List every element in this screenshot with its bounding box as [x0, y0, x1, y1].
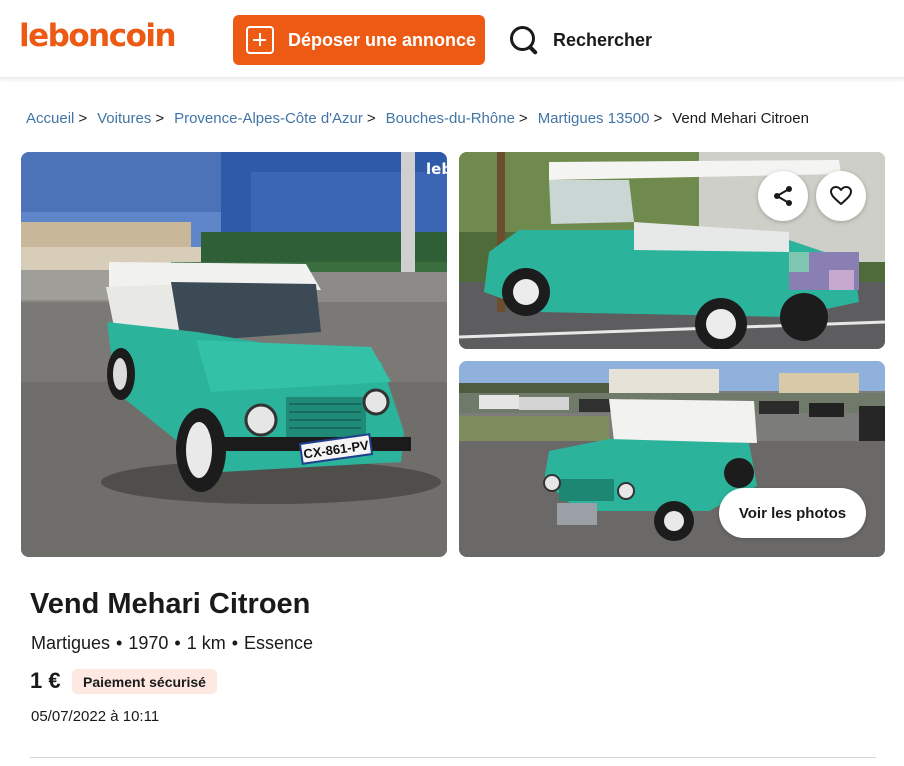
breadcrumb-current: Vend Mehari Citroen: [672, 110, 809, 127]
section-divider: [30, 757, 876, 758]
meta-city: Martigues: [31, 633, 111, 653]
plus-square-icon: [246, 26, 274, 54]
meta-separator: •: [231, 633, 239, 653]
share-button[interactable]: [758, 171, 808, 221]
search-icon: [507, 23, 541, 57]
listing-meta: Martigues • 1970 • 1 km • Essence: [31, 633, 313, 654]
leboncoin-logo[interactable]: leboncoin: [19, 18, 177, 54]
breadcrumb-link-city[interactable]: Martigues 13500: [538, 110, 650, 127]
watermark: leb: [426, 160, 447, 178]
share-icon: [774, 186, 792, 206]
top-navigation-bar: leboncoin Déposer une annonce Rechercher: [0, 0, 904, 78]
favorite-button[interactable]: [816, 171, 866, 221]
meta-fuel: Essence: [244, 633, 314, 653]
search-button[interactable]: Rechercher: [507, 22, 652, 58]
search-label: Rechercher: [553, 29, 653, 50]
listing-title: Vend Mehari Citroen: [30, 588, 311, 620]
breadcrumb-link-department[interactable]: Bouches-du-Rhône: [386, 110, 515, 127]
breadcrumb-link-cars[interactable]: Voitures: [97, 110, 151, 127]
meta-mileage: 1 km: [186, 633, 226, 653]
secure-payment-badge: Paiement sécurisé: [72, 669, 217, 694]
main-photo[interactable]: CX-861-PV leb: [21, 152, 447, 557]
heart-icon: [830, 186, 852, 205]
meta-separator: •: [116, 633, 123, 653]
listing-date: 05/07/2022 à 10:11: [31, 708, 160, 725]
see-photos-button[interactable]: Voir les photos: [719, 488, 866, 538]
breadcrumb-link-home[interactable]: Accueil: [26, 110, 74, 127]
post-ad-label: Déposer une annonce: [288, 29, 477, 50]
breadcrumb: Accueil > Voitures > Provence-Alpes-Côte d…: [26, 110, 809, 127]
meta-separator: •: [174, 633, 181, 653]
breadcrumb-link-region[interactable]: Provence-Alpes-Côte d'Azur: [174, 110, 363, 127]
mehari-front-photo: CX-861-PV leb: [21, 152, 447, 557]
meta-year: 1970: [128, 633, 169, 653]
listing-price: 1 €: [30, 668, 61, 693]
post-ad-button[interactable]: Déposer une annonce: [233, 15, 485, 65]
